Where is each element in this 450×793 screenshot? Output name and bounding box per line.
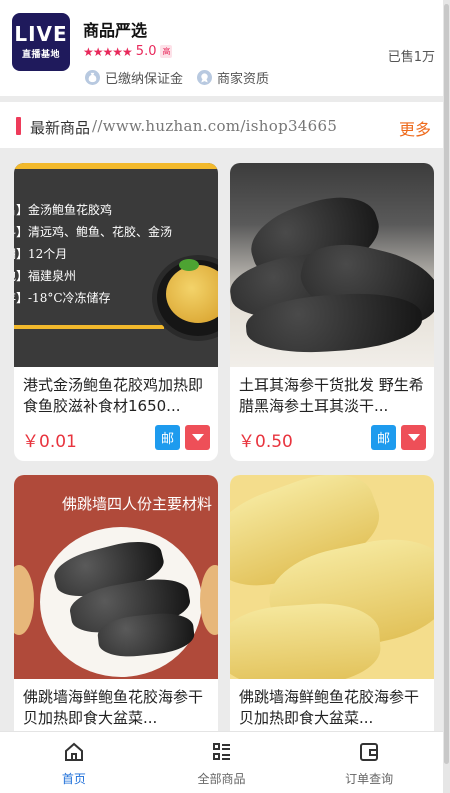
product-image[interactable]: [230, 163, 434, 367]
money-bag-icon: [85, 70, 100, 85]
nav-all-products[interactable]: 全部商品: [148, 732, 296, 793]
rating-tag: 高: [160, 45, 173, 58]
list-icon: [210, 740, 234, 764]
shop-header: LIVE 直播基地 商品严选 ★★★★★ 5.0 高 已售1万 已缴纳保证金 商…: [0, 0, 443, 96]
badge-deposit-label: 已缴纳保证金: [105, 72, 184, 87]
product-title[interactable]: 佛跳墙海鲜鲍鱼花胶海参干贝加热即食大盆菜...: [23, 687, 211, 729]
rating-stars-icon: ★★★★★: [83, 44, 133, 59]
logo-subtext: 直播基地: [21, 50, 60, 60]
free-shipping-badge: 邮: [371, 425, 396, 450]
product-title[interactable]: 佛跳墙海鲜鲍鱼花胶海参干贝加热即食大盆菜...: [239, 687, 427, 729]
nav-home-label: 首页: [61, 772, 86, 786]
badge-qualification[interactable]: 商家资质: [197, 68, 269, 87]
product-price: ￥0.50: [238, 432, 293, 452]
chevron-down-icon: [191, 433, 204, 441]
product-card[interactable]: 土耳其海参干货批发 野生希腊黑海参土耳其淡干... ￥0.50 邮: [230, 163, 434, 461]
nav-home[interactable]: 首页: [0, 732, 148, 793]
nav-order-query[interactable]: 订单查询: [295, 732, 443, 793]
product-image[interactable]: [230, 475, 434, 679]
section-title: 最新商品: [30, 119, 91, 137]
spec-line: 【保质期】12个月: [14, 247, 68, 261]
wallet-icon: [357, 740, 381, 764]
badge-qualification-label: 商家资质: [217, 72, 270, 87]
shop-name[interactable]: 商品严选: [83, 17, 147, 41]
shop-logo[interactable]: LIVE 直播基地: [12, 13, 70, 71]
badge-deposit[interactable]: 已缴纳保证金: [85, 68, 183, 87]
side-dish-graphic: [200, 565, 218, 635]
spec-line: 【配料】清远鸡、鲍鱼、花胶、金汤: [14, 225, 173, 239]
image-decoration: [14, 163, 218, 169]
product-title[interactable]: 港式金汤鲍鱼花胶鸡加热即食鱼胶滋补食材1650...: [23, 375, 211, 417]
dropdown-button[interactable]: [185, 425, 210, 450]
page: LIVE 直播基地 商品严选 ★★★★★ 5.0 高 已售1万 已缴纳保证金 商…: [0, 0, 443, 793]
image-banner-text: 佛跳墙四人份主要材料: [61, 494, 212, 513]
image-spec-text: 【品名】金汤鲍鱼花胶鸡 【配料】清远鸡、鲍鱼、花胶、金汤 【保质期】12个月 【…: [14, 199, 172, 309]
product-image[interactable]: 【品名】金汤鲍鱼花胶鸡 【配料】清远鸡、鲍鱼、花胶、金汤 【保质期】12个月 【…: [14, 163, 218, 367]
product-image[interactable]: 佛跳墙四人份主要材料: [14, 475, 218, 679]
certificate-icon: [197, 70, 213, 85]
product-price: ￥0.01: [22, 432, 77, 452]
chevron-down-icon: [407, 433, 420, 441]
product-card[interactable]: 【品名】金汤鲍鱼花胶鸡 【配料】清远鸡、鲍鱼、花胶、金汤 【保质期】12个月 【…: [14, 163, 218, 461]
home-icon: [62, 740, 86, 764]
dropdown-button[interactable]: [401, 425, 426, 450]
section-accent-bar: [16, 117, 21, 135]
fish-maw-graphic: [230, 599, 383, 679]
product-card[interactable]: 佛跳墙四人份主要材料 佛跳墙海鲜鲍鱼花胶海参干贝加热即食大盆菜...: [14, 475, 218, 745]
nav-all-products-label: 全部商品: [197, 772, 246, 786]
side-dish-graphic: [14, 565, 34, 635]
leaf-graphic: [179, 259, 199, 271]
bottom-nav: 首页 全部商品 订单查询: [0, 731, 443, 793]
product-card[interactable]: 佛跳墙海鲜鲍鱼花胶海参干贝加热即食大盆菜...: [230, 475, 434, 745]
shop-badges: 已缴纳保证金 商家资质: [85, 68, 283, 87]
spec-line: 【储存】-18°C冷冻储存: [14, 291, 111, 305]
nav-order-query-label: 订单查询: [345, 772, 394, 786]
spec-line: 【产地】福建泉州: [14, 269, 77, 283]
rating-value: 5.0: [135, 44, 157, 59]
scrollbar[interactable]: [443, 0, 450, 793]
sold-count: 已售1万: [387, 50, 435, 65]
free-shipping-badge: 邮: [155, 425, 180, 450]
scrollbar-thumb[interactable]: [444, 4, 449, 764]
more-link[interactable]: 更多: [399, 116, 431, 140]
watermark-text: //www.huzhan.com/ishop34665: [92, 117, 338, 135]
section-header: 最新商品 //www.huzhan.com/ishop34665 更多: [0, 102, 443, 148]
product-title[interactable]: 土耳其海参干货批发 野生希腊黑海参土耳其淡干...: [239, 375, 427, 417]
rating-row: ★★★★★ 5.0 高: [83, 44, 173, 59]
spec-line: 【品名】金汤鲍鱼花胶鸡: [14, 203, 113, 217]
logo-text: LIVE: [14, 22, 68, 46]
image-decoration: [14, 325, 164, 329]
